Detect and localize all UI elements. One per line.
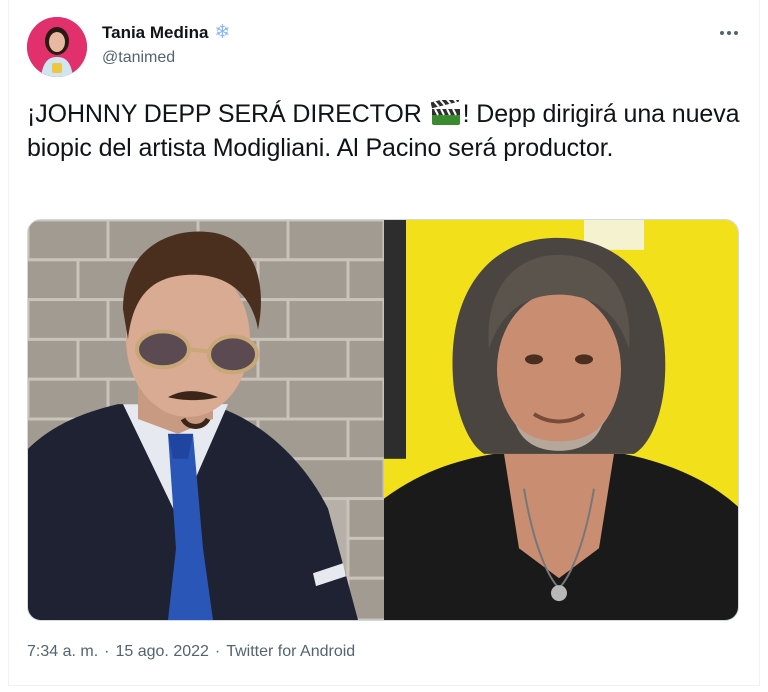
tweet-text: ¡JOHNNY DEPP SERÁ DIRECTOR ! Depp dirigi… — [27, 97, 747, 165]
photo-right-man-with-gray-hair[interactable] — [384, 220, 738, 620]
right-photo-image — [384, 220, 738, 620]
tweet-header: Tania Medina ❄ @tanimed — [27, 17, 744, 77]
tweet-source[interactable]: Twitter for Android — [226, 643, 355, 661]
tweet-text-part-1: ¡JOHNNY DEPP SERÁ DIRECTOR — [27, 100, 429, 128]
footer-separator: · — [104, 643, 110, 660]
avatar-image — [27, 17, 87, 77]
display-name[interactable]: Tania Medina — [102, 23, 208, 43]
more-options-icon[interactable] — [714, 23, 744, 43]
tweet-date[interactable]: 15 ago. 2022 — [115, 643, 208, 661]
tweet-media[interactable] — [27, 219, 739, 621]
tweet-card: Tania Medina ❄ @tanimed ¡JOHNNY DEPP SER… — [0, 0, 768, 692]
photo-left-man-with-glasses[interactable] — [28, 220, 384, 620]
avatar[interactable] — [27, 17, 87, 77]
user-handle[interactable]: @tanimed — [102, 49, 234, 67]
clapper-board-icon — [430, 100, 460, 125]
footer-separator: · — [214, 643, 221, 660]
author-names: Tania Medina ❄ @tanimed — [102, 21, 234, 67]
tweet-time[interactable]: 7:34 a. m. — [27, 643, 98, 661]
snowflake-icon: ❄ — [214, 22, 231, 43]
display-name-row: Tania Medina ❄ — [102, 21, 234, 45]
tweet-footer: 7:34 a. m. · 15 ago. 2022 · Twitter for … — [27, 643, 355, 661]
left-photo-image — [28, 220, 384, 620]
